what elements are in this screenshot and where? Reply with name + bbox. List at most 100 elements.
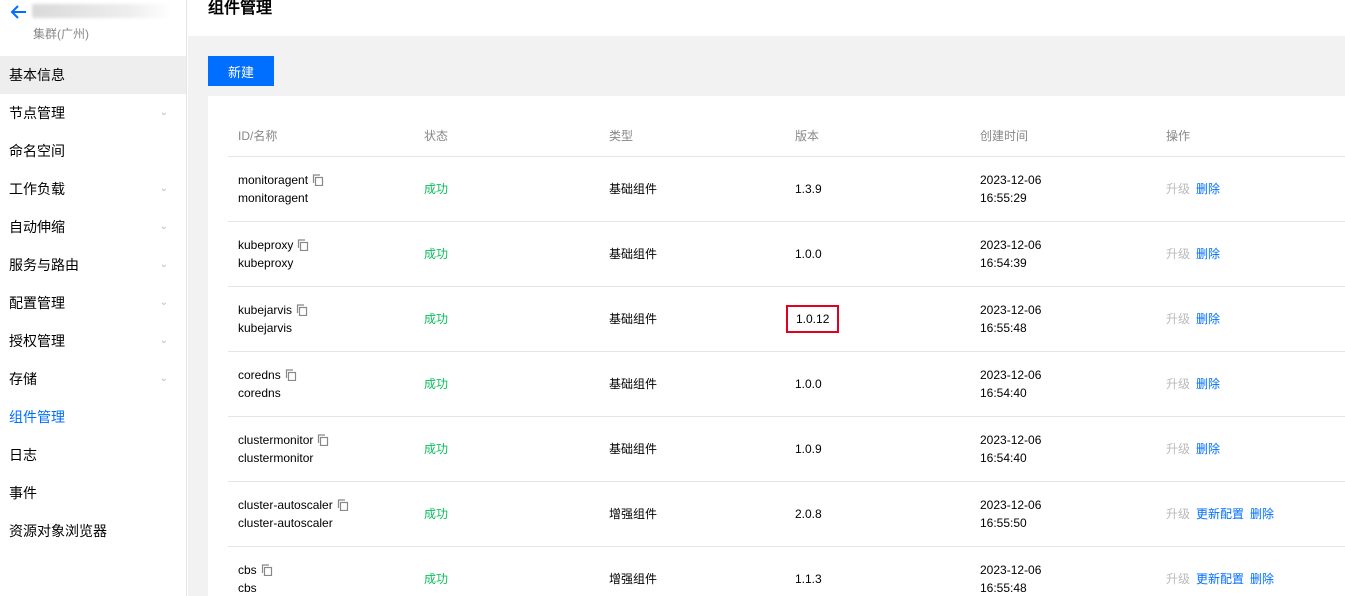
sidebar-item-label: 命名空间 [9,143,65,159]
status-text: 成功 [424,377,449,391]
sidebar-item[interactable]: 配置管理 ⌄ [0,284,186,322]
upgrade-link[interactable]: 升级 [1166,507,1190,521]
cell-type: 基础组件 [599,286,785,352]
header-id[interactable]: ID/名称 [228,116,414,157]
version-value: 1.0.0 [795,376,822,391]
copy-icon[interactable] [285,368,297,381]
table-row: cbs cbs 成功 增强组件 1.1.3 2023-12-06 16:55:48 升级 更新配… [228,546,1345,596]
chevron-down-icon[interactable]: ⌄ [160,170,168,208]
cell-id: clustermonitor clustermonitor [228,416,414,482]
component-id[interactable]: coredns [238,368,281,382]
header-version: 版本 [785,116,970,157]
cell-created: 2023-12-06 16:54:39 [970,221,1156,287]
copy-icon[interactable] [261,563,273,576]
status-text: 成功 [424,182,449,196]
cell-id: coredns coredns [228,351,414,417]
component-name: kubeproxy [238,255,294,270]
sidebar-item-label: 工作负载 [9,181,65,197]
version-highlight-box: 1.0.12 [786,304,840,333]
component-name: coredns [238,385,281,400]
status-text: 成功 [424,312,449,326]
chevron-down-icon[interactable]: ⌄ [160,208,168,246]
sidebar-item[interactable]: 基本信息 [0,56,186,94]
cell-type: 基础组件 [599,416,785,482]
delete-link[interactable]: 删除 [1250,507,1274,521]
sidebar-item[interactable]: 工作负载 ⌄ [0,170,186,208]
sidebar-item-label: 服务与路由 [9,257,79,273]
copy-icon[interactable] [296,303,308,316]
sidebar-item[interactable]: 日志 [0,436,186,474]
created-date: 2023-12-06 [980,562,1042,577]
sidebar-item[interactable]: 事件 [0,474,186,512]
sidebar-item[interactable]: 节点管理 ⌄ [0,94,186,132]
cell-version: 1.0.12 [785,286,970,352]
created-date: 2023-12-06 [980,172,1042,187]
cell-ops: 升级 删除 [1156,286,1345,352]
copy-icon[interactable] [312,173,324,186]
cell-ops: 升级 删除 [1156,221,1345,287]
sidebar-item-label: 事件 [9,485,37,501]
component-id[interactable]: monitoragent [238,173,308,187]
upgrade-link[interactable]: 升级 [1166,572,1190,586]
sidebar-item[interactable]: 自动伸缩 ⌄ [0,208,186,246]
update-config-link[interactable]: 更新配置 [1196,572,1244,586]
table-row: clustermonitor clustermonitor 成功 基础组件 1.0.9 2… [228,416,1345,482]
sidebar-item[interactable]: 命名空间 [0,132,186,170]
upgrade-link[interactable]: 升级 [1166,312,1190,326]
chevron-down-icon[interactable]: ⌄ [160,284,168,322]
sidebar-item-label: 自动伸缩 [9,219,65,235]
upgrade-link[interactable]: 升级 [1166,247,1190,261]
component-name: kubejarvis [238,320,293,335]
delete-link[interactable]: 删除 [1196,442,1220,456]
arrow-left-icon[interactable] [10,4,28,20]
sidebar-item[interactable]: 服务与路由 ⌄ [0,246,186,284]
component-id[interactable]: cluster-autoscaler [238,498,333,512]
status-text: 成功 [424,572,449,586]
page-header: 组件管理 [188,0,1345,36]
component-id[interactable]: clustermonitor [238,433,313,447]
sidebar-item[interactable]: 存储 ⌄ [0,360,186,398]
copy-icon[interactable] [297,238,309,251]
cell-type: 基础组件 [599,156,785,222]
upgrade-link[interactable]: 升级 [1166,182,1190,196]
created-date: 2023-12-06 [980,432,1042,447]
delete-link[interactable]: 删除 [1196,377,1220,391]
copy-icon[interactable] [317,433,329,446]
chevron-down-icon[interactable]: ⌄ [160,360,168,398]
sidebar-item-label: 存储 [9,371,37,387]
component-id[interactable]: kubejarvis [238,303,292,317]
main-content: 组件管理 新建 ID/名称 状态 类型 版本 创建时间 操作 monitorag… [188,0,1345,596]
update-config-link[interactable]: 更新配置 [1196,507,1244,521]
cell-created: 2023-12-06 16:55:48 [970,546,1156,596]
cell-version: 1.0.0 [785,221,970,287]
created-date: 2023-12-06 [980,367,1042,382]
delete-link[interactable]: 删除 [1196,247,1220,261]
cell-version: 1.0.0 [785,351,970,417]
sidebar-item-label: 节点管理 [9,105,65,121]
cell-created: 2023-12-06 16:54:40 [970,416,1156,482]
cluster-region: 集群(广州) [33,27,89,41]
chevron-down-icon[interactable]: ⌄ [160,246,168,284]
delete-link[interactable]: 删除 [1196,312,1220,326]
new-button[interactable]: 新建 [208,56,274,86]
cell-status: 成功 [414,416,599,482]
upgrade-link[interactable]: 升级 [1166,442,1190,456]
component-id[interactable]: kubeproxy [238,238,293,252]
chevron-down-icon[interactable]: ⌄ [160,94,168,132]
sidebar-item[interactable]: 资源对象浏览器 [0,512,186,550]
cell-version: 1.0.9 [785,416,970,482]
table-row: kubeproxy kubeproxy 成功 基础组件 1.0.0 2023-12-06 1… [228,221,1345,287]
header-status: 状态 [414,116,599,157]
chevron-down-icon[interactable]: ⌄ [160,322,168,360]
copy-icon[interactable] [337,498,349,511]
created-time: 16:55:29 [980,190,1027,205]
sidebar-item[interactable]: 授权管理 ⌄ [0,322,186,360]
delete-link[interactable]: 删除 [1250,572,1274,586]
created-time: 16:54:40 [980,385,1027,400]
delete-link[interactable]: 删除 [1196,182,1220,196]
upgrade-link[interactable]: 升级 [1166,377,1190,391]
table-row: cluster-autoscaler cluster-autoscaler 成功 增强… [228,481,1345,547]
component-id[interactable]: cbs [238,563,257,577]
version-value: 1.3.9 [795,181,822,196]
sidebar-item[interactable]: 组件管理 [0,398,186,436]
